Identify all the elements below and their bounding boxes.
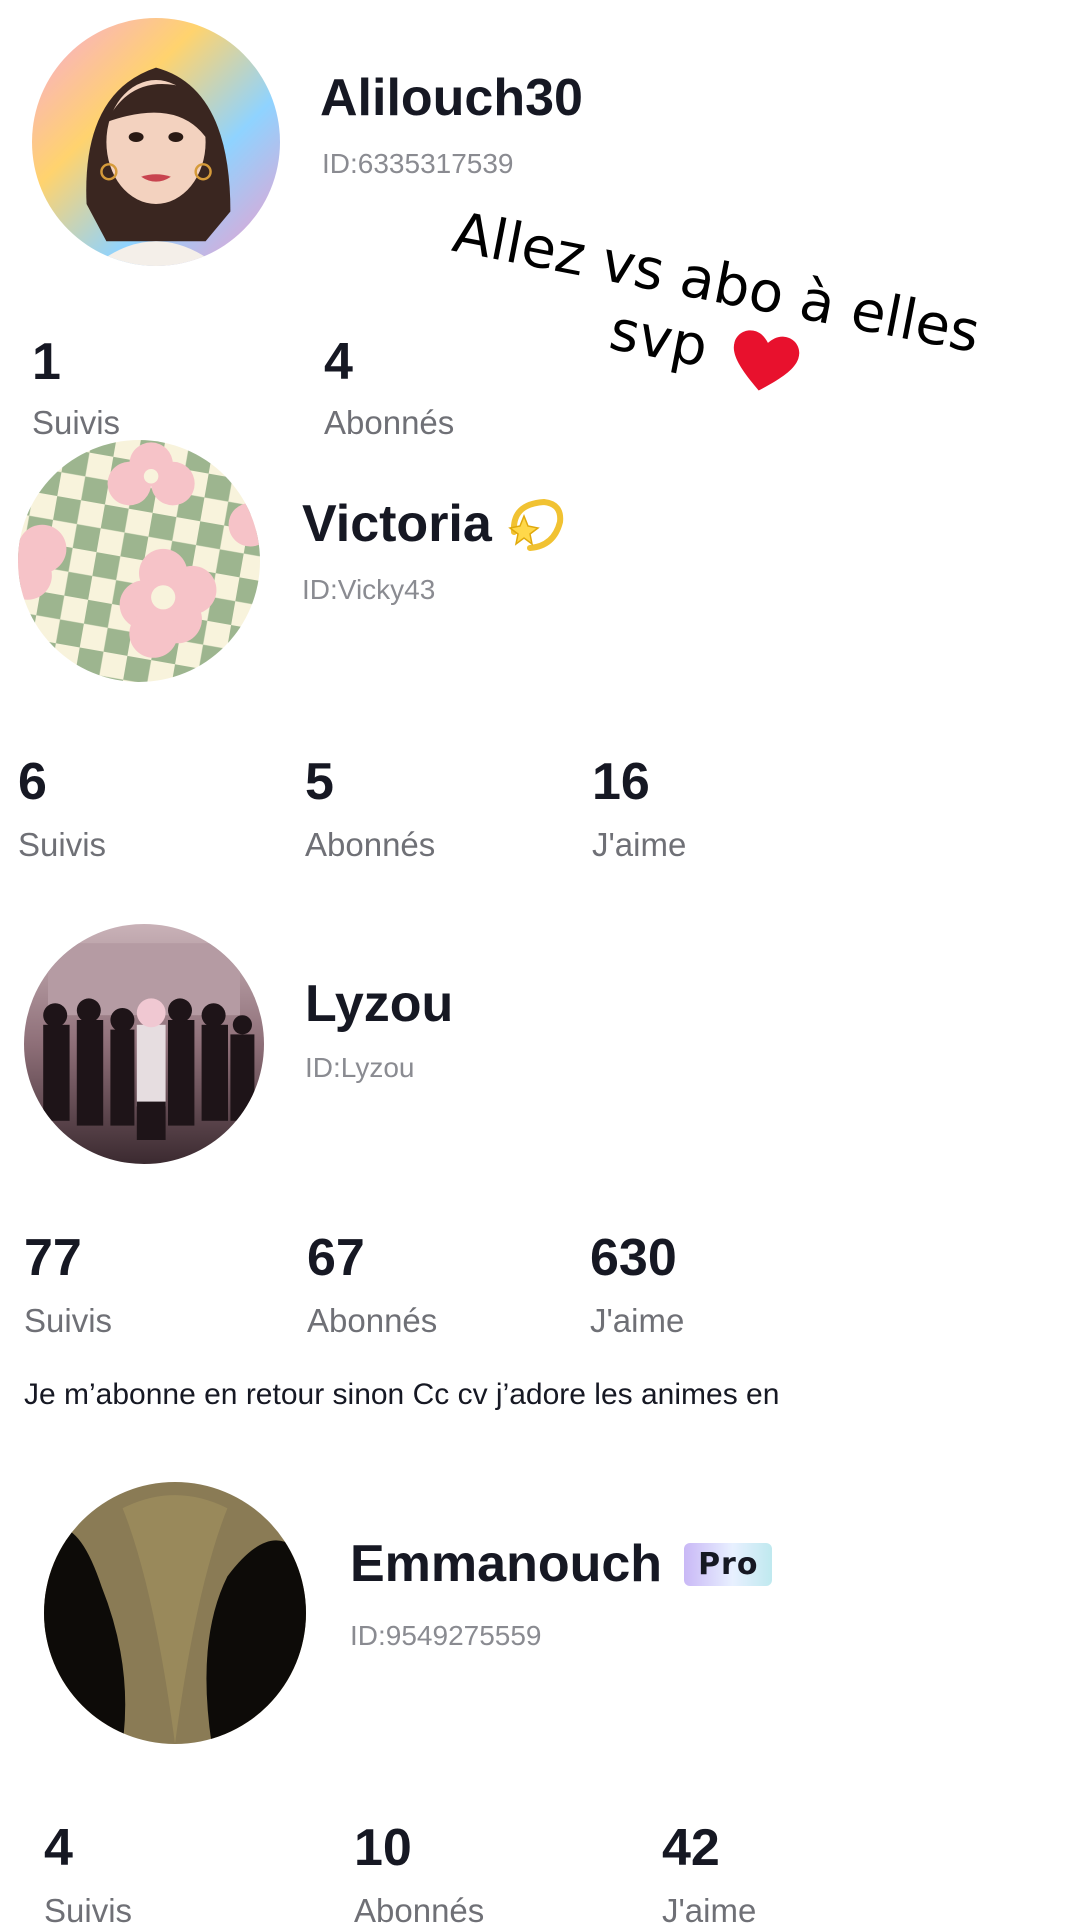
- likes-label: J'aime: [662, 1892, 757, 1929]
- avatar-image: [24, 924, 264, 1164]
- followers-label: Abonnés: [324, 404, 455, 441]
- profile-id: ID:9549275559: [350, 1620, 542, 1651]
- following-label: Suivis: [44, 1892, 133, 1929]
- profile-name-text: Emmanouch: [350, 1535, 663, 1593]
- following-label: Suivis: [24, 1302, 113, 1339]
- profile-id: ID:Vicky43: [302, 574, 436, 605]
- avatar-image: [32, 18, 280, 266]
- followers-count[interactable]: 5: [305, 752, 334, 812]
- profile-name: Victoria: [302, 492, 568, 556]
- likes-label: J'aime: [590, 1302, 685, 1339]
- heart-icon: [733, 330, 800, 391]
- likes-count[interactable]: 42: [662, 1818, 720, 1878]
- avatar-image: [44, 1482, 306, 1744]
- followers-label: Abonnés: [354, 1892, 485, 1929]
- likes-count[interactable]: 630: [590, 1228, 677, 1288]
- avatar-image: [18, 440, 260, 682]
- likes-count[interactable]: 16: [592, 752, 650, 812]
- following-label: Suivis: [32, 404, 121, 441]
- profile-name: Alilouch30: [320, 69, 583, 127]
- following-count[interactable]: 77: [24, 1228, 82, 1288]
- followers-label: Abonnés: [305, 826, 436, 863]
- profile-id: ID:Lyzou: [305, 1052, 415, 1083]
- profile-id: ID:6335317539: [322, 148, 514, 179]
- profile-name: Lyzou: [305, 975, 454, 1033]
- overlay-caption: Allez vs abo à elles svp: [423, 198, 998, 434]
- shooting-star-icon: [508, 498, 563, 551]
- avatar-alilouch30[interactable]: [32, 18, 280, 266]
- following-count[interactable]: 4: [44, 1818, 73, 1878]
- profile-name-text: Victoria: [302, 495, 492, 553]
- avatar-lyzou[interactable]: [24, 924, 264, 1164]
- likes-label: J'aime: [592, 826, 687, 863]
- pro-badge: Pro: [684, 1542, 773, 1586]
- followers-count[interactable]: 4: [324, 332, 353, 392]
- following-count[interactable]: 6: [18, 752, 47, 812]
- followers-label: Abonnés: [307, 1302, 438, 1339]
- following-label: Suivis: [18, 826, 107, 863]
- followers-count[interactable]: 67: [307, 1228, 365, 1288]
- followers-count[interactable]: 10: [354, 1818, 412, 1878]
- following-count[interactable]: 1: [32, 332, 61, 392]
- avatar-victoria[interactable]: [18, 440, 260, 682]
- profile-name: Emmanouch Pro: [350, 1534, 773, 1594]
- profile-bio: Je m’abonne en retour sinon Cc cv j’ador…: [24, 1378, 780, 1411]
- avatar-emmanouch[interactable]: [44, 1482, 306, 1744]
